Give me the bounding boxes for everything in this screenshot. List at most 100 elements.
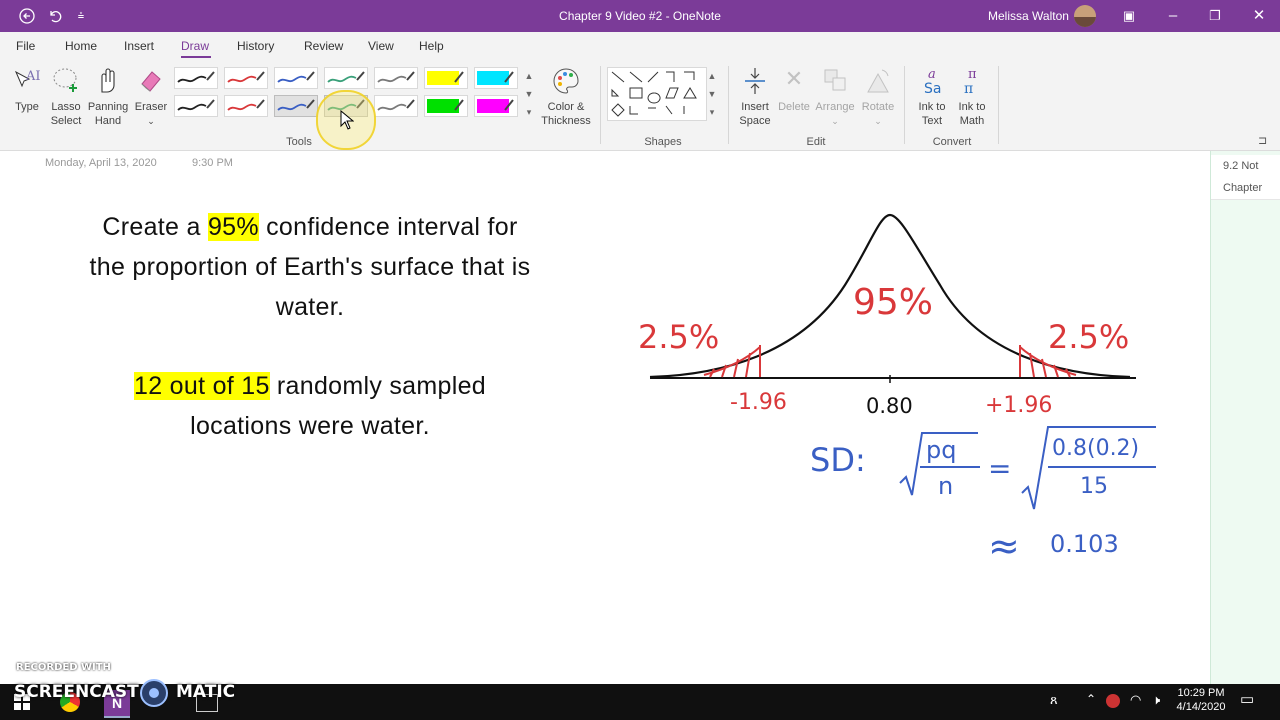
panning-hand-tool[interactable]: Panning Hand — [86, 66, 130, 128]
rotate-icon — [858, 66, 898, 98]
type-tool[interactable]: AI Type — [10, 66, 44, 114]
sd-numerator: pq — [926, 436, 957, 464]
eraser-dropdown-icon[interactable]: ⌄ — [133, 114, 169, 128]
group-label-edit: Edit — [806, 136, 826, 148]
arrange-icon — [813, 66, 857, 98]
menu-file[interactable]: File — [16, 39, 35, 53]
pen-swatch[interactable] — [424, 95, 468, 117]
svg-text:π: π — [964, 81, 973, 96]
left-z-label: -1.96 — [730, 390, 787, 415]
group-label-convert: Convert — [932, 136, 972, 148]
sd-approx: ≈ — [988, 524, 1020, 568]
pen-swatch[interactable] — [224, 67, 268, 89]
menu-history[interactable]: History — [237, 39, 274, 53]
hand-icon — [86, 66, 130, 96]
ribbon-separator — [600, 66, 601, 144]
close-icon[interactable]: ✕ — [1246, 0, 1272, 32]
ribbon-separator — [728, 66, 729, 144]
pen-gallery-scroll[interactable]: ▲ ▼ ▾ — [523, 67, 535, 123]
shapes-gallery[interactable] — [607, 67, 707, 121]
palette-icon — [538, 66, 594, 98]
restore-icon[interactable]: ❐ — [1202, 0, 1228, 32]
tray-app-icon[interactable] — [1106, 694, 1120, 708]
ink-to-math-icon: ππ — [952, 66, 992, 98]
pen-swatch[interactable] — [324, 67, 368, 89]
minimize-icon[interactable]: – — [1160, 0, 1186, 32]
page-time: 9:30 PM — [192, 157, 233, 169]
watermark-brand-left: SCREENCAST — [14, 682, 139, 702]
pen-swatch[interactable] — [174, 95, 218, 117]
active-tab-indicator — [181, 56, 211, 58]
ribbon-display-icon[interactable]: ▣ — [1116, 0, 1142, 32]
group-label-shapes: Shapes — [644, 136, 682, 148]
highlight-95: 95% — [207, 213, 259, 241]
color-thickness-button[interactable]: Color & Thickness — [538, 66, 594, 128]
problem-line-3: water. — [275, 293, 345, 321]
menu-help[interactable]: Help — [419, 39, 444, 53]
sd-result: 0.103 — [1050, 530, 1119, 558]
notifications-icon[interactable]: ▭ — [1240, 690, 1254, 708]
center-percent-label: 95% — [853, 282, 934, 323]
pen-swatch[interactable] — [374, 95, 418, 117]
eraser-icon — [133, 66, 169, 96]
collapse-ribbon-icon[interactable]: ⊐ — [1258, 134, 1267, 147]
delete-button[interactable]: ✕ Delete — [776, 66, 812, 114]
watermark-brand-right: MATIC — [176, 682, 236, 702]
lasso-icon — [48, 66, 84, 96]
ink-to-math-button[interactable]: ππ Ink to Math — [952, 66, 992, 128]
lasso-select-tool[interactable]: Lasso Select — [48, 66, 84, 128]
pen-swatch[interactable] — [274, 67, 318, 89]
clock[interactable]: 10:29 PM 4/14/2020 — [1176, 686, 1226, 714]
svg-text:Sa: Sa — [924, 81, 941, 96]
pen-swatch[interactable] — [374, 67, 418, 89]
wifi-icon[interactable]: ◠ — [1130, 692, 1141, 708]
pen-swatch[interactable] — [274, 95, 318, 117]
volume-icon[interactable]: 🕨 — [1152, 692, 1160, 708]
ink-to-text-button[interactable]: a Sa Ink to Text — [912, 66, 952, 128]
pen-swatch[interactable] — [474, 67, 518, 89]
rotate-button[interactable]: Rotate ⌄ — [858, 66, 898, 128]
problem-line-2: the proportion of Earth's surface that i… — [89, 253, 531, 281]
page-date: Monday, April 13, 2020 — [45, 157, 157, 169]
highlight-sample: 12 out of 15 — [134, 372, 270, 400]
sd-denominator: n — [938, 472, 954, 500]
eraser-tool[interactable]: Eraser ⌄ — [133, 66, 169, 128]
right-z-label: +1.96 — [985, 393, 1053, 418]
page-tab-active[interactable]: 9.2 Not — [1211, 155, 1280, 177]
problem-line-1: Create a 95% confidence interval for — [102, 213, 518, 241]
menu-insert[interactable]: Insert — [124, 39, 154, 53]
menu-draw[interactable]: Draw — [181, 39, 209, 53]
sd-numerator-2: 0.8(0.2) — [1052, 436, 1140, 461]
menu-home[interactable]: Home — [65, 39, 97, 53]
problem-line-5: locations were water. — [190, 412, 430, 440]
page-list-pane — [1210, 151, 1280, 684]
watermark-recorded-with: RECORDED WITH — [16, 662, 111, 673]
problem-line-4: 12 out of 15 randomly sampled — [134, 372, 486, 400]
insert-space-button[interactable]: Insert Space — [734, 66, 776, 128]
left-tail-label: 2.5% — [638, 318, 720, 356]
menu-view[interactable]: View — [368, 39, 394, 53]
mouse-cursor-icon — [340, 110, 354, 130]
insert-space-icon — [734, 66, 776, 98]
svg-text:π: π — [968, 67, 977, 82]
group-label-tools: Tools — [286, 136, 312, 148]
ink-to-text-icon: a Sa — [912, 66, 952, 98]
pen-swatch[interactable] — [424, 67, 468, 89]
pen-swatch[interactable] — [174, 67, 218, 89]
people-icon[interactable]: ጸ — [1050, 692, 1058, 708]
page-tab[interactable]: Chapter — [1211, 177, 1280, 200]
svg-text:AI: AI — [25, 69, 41, 84]
avatar[interactable] — [1074, 5, 1096, 27]
svg-text:a: a — [928, 67, 936, 82]
shapes-gallery-scroll[interactable]: ▲ ▼ ▾ — [706, 67, 718, 123]
sd-label: SD: — [810, 441, 866, 479]
shapes-icon — [611, 71, 697, 117]
pen-swatch[interactable] — [224, 95, 268, 117]
pen-swatch[interactable] — [474, 95, 518, 117]
arrange-button[interactable]: Arrange ⌄ — [813, 66, 857, 128]
user-name[interactable]: Melissa Walton — [988, 0, 1069, 32]
center-value-label: 0.80 — [866, 394, 913, 418]
right-tail-label: 2.5% — [1048, 318, 1130, 356]
chevron-up-icon[interactable]: ⌃ — [1086, 692, 1096, 706]
menu-review[interactable]: Review — [304, 39, 343, 53]
